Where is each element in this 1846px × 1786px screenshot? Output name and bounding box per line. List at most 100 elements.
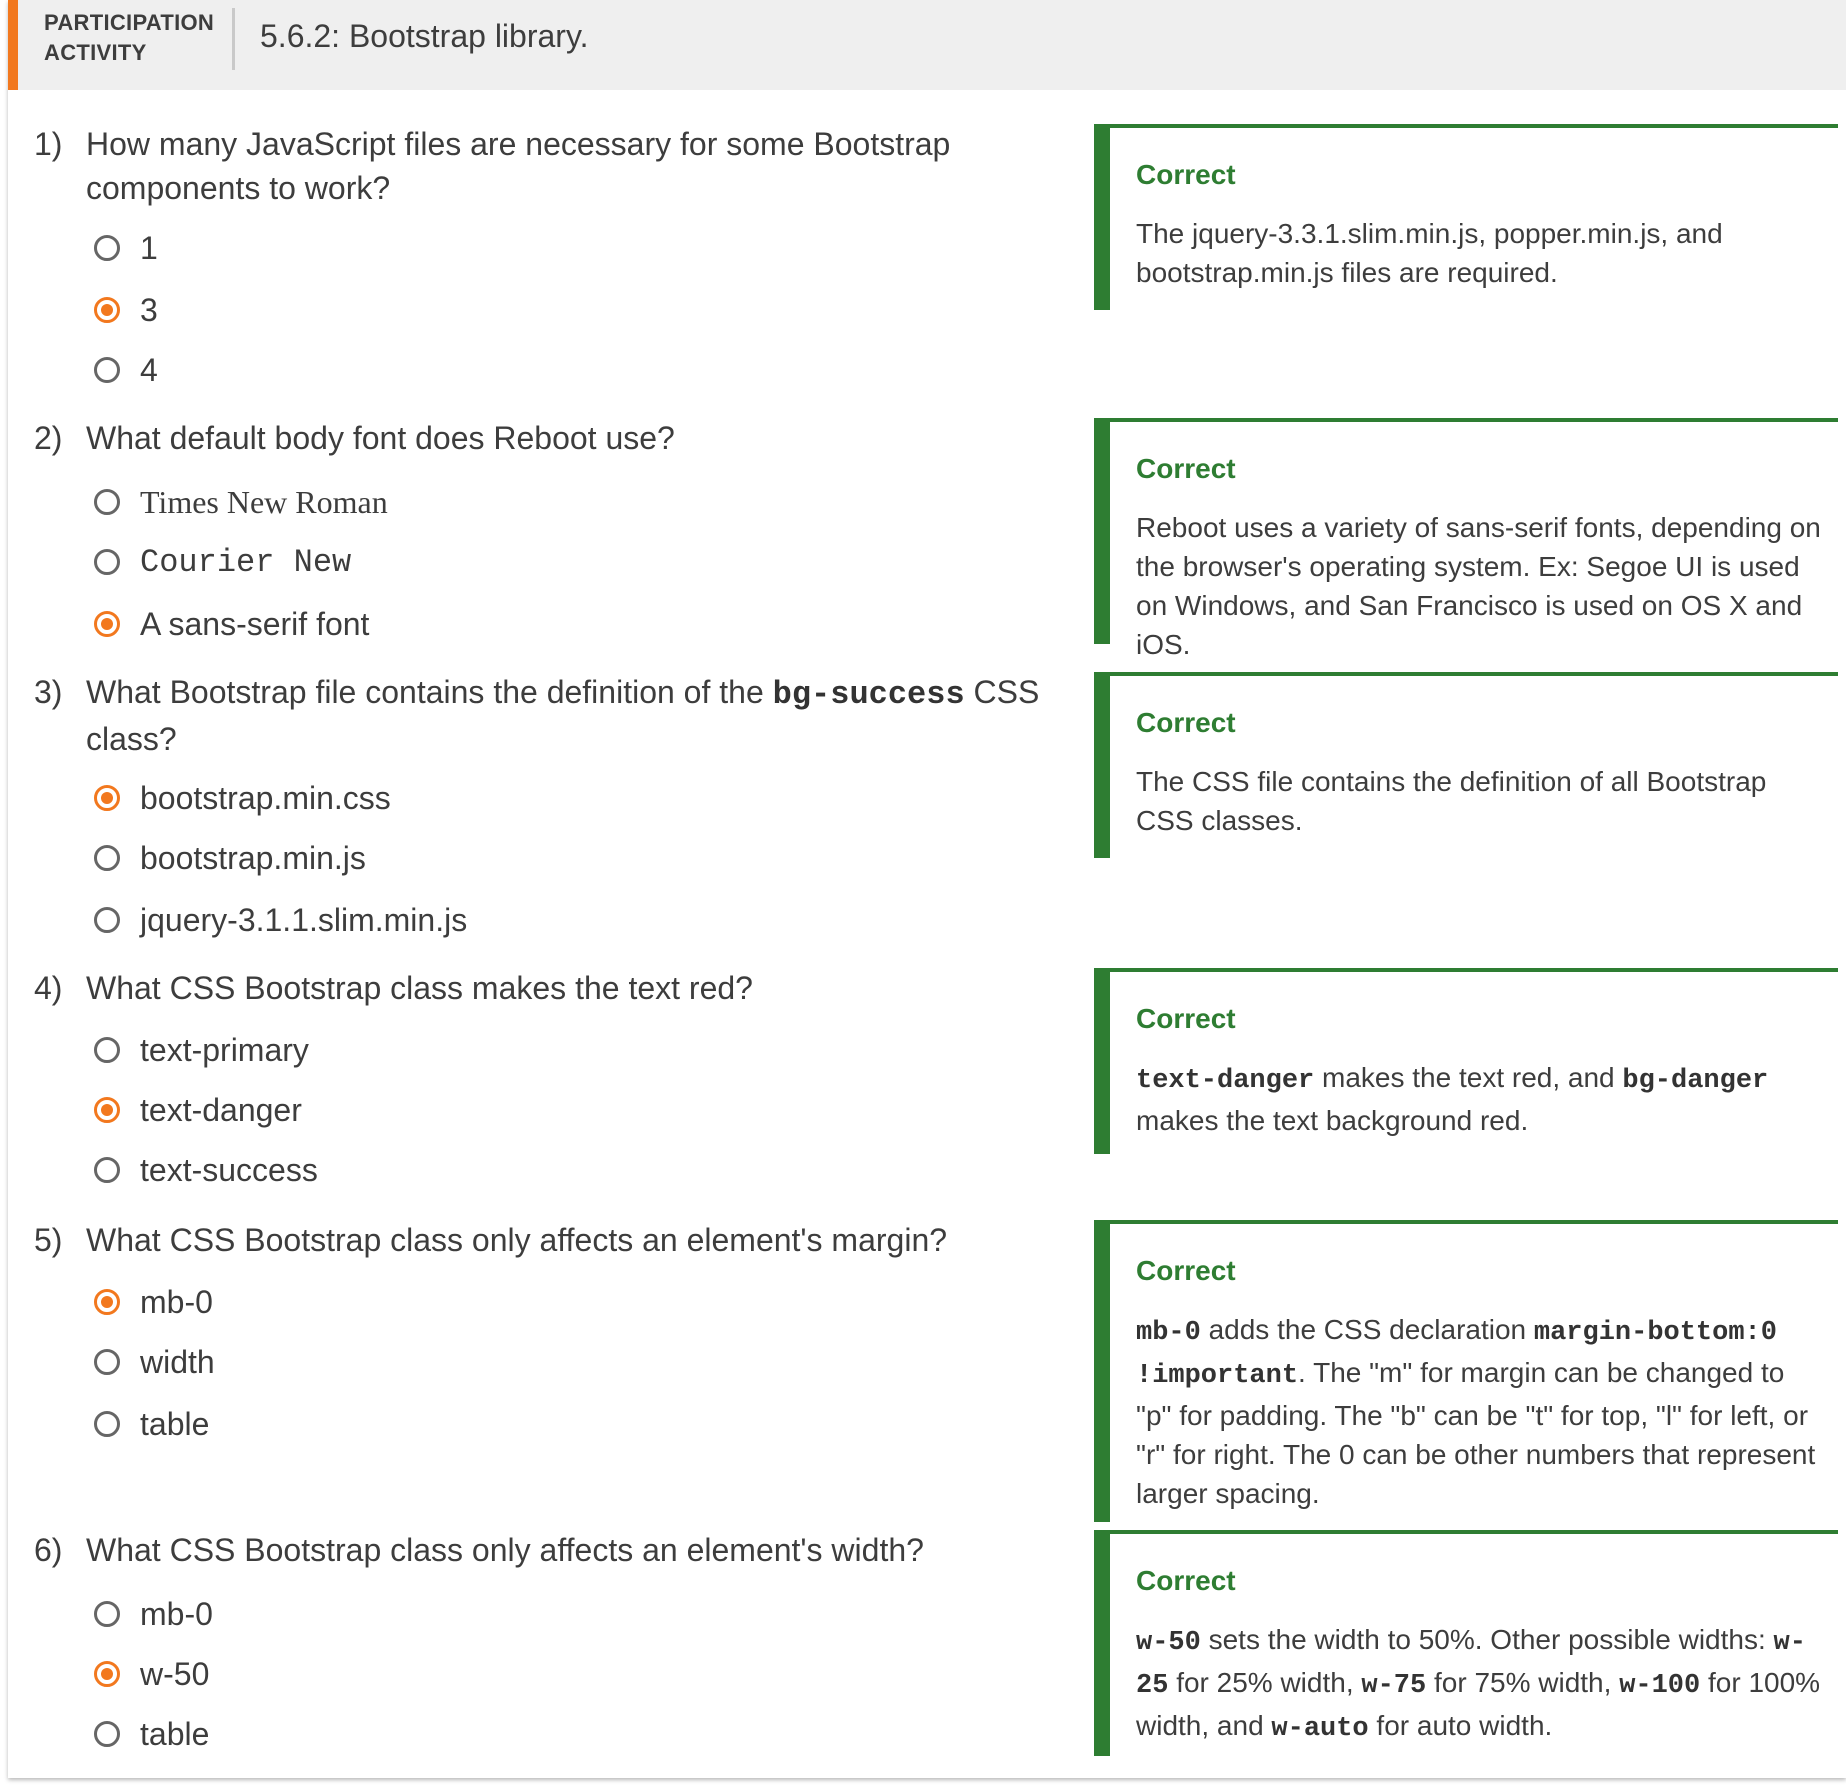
question-text: What Bootstrap file contains the definit… bbox=[86, 670, 1066, 761]
option-table[interactable]: table bbox=[94, 1708, 209, 1760]
option-label: mb-0 bbox=[140, 1283, 213, 1320]
option-jquery-slim[interactable]: jquery-3.1.1.slim.min.js bbox=[94, 894, 467, 946]
option-w-50[interactable]: w-50 bbox=[94, 1648, 209, 1700]
question-number: 1) bbox=[34, 126, 63, 162]
option-label: Courier New bbox=[140, 543, 352, 581]
radio-button[interactable] bbox=[94, 1411, 120, 1437]
feedback-status: Correct bbox=[1136, 1565, 1236, 1596]
activity-type-line1: PARTICIPATION bbox=[44, 10, 215, 35]
option-width[interactable]: width bbox=[94, 1336, 215, 1388]
option-label: text-success bbox=[140, 1151, 318, 1188]
feedback-text: Reboot uses a variety of sans-serif font… bbox=[1136, 512, 1821, 660]
option-times-new-roman[interactable]: Times New Roman bbox=[94, 476, 388, 528]
feedback-code: w-50 bbox=[1136, 1628, 1201, 1658]
option-mb-0[interactable]: mb-0 bbox=[94, 1588, 213, 1640]
radio-button[interactable] bbox=[94, 845, 120, 871]
option-label: bootstrap.min.css bbox=[140, 779, 391, 816]
feedback-code: text-danger bbox=[1136, 1066, 1315, 1096]
feedback-text-part: makes the text red, and bbox=[1322, 1062, 1615, 1093]
radio-button[interactable] bbox=[94, 1349, 120, 1375]
option-label: jquery-3.1.1.slim.min.js bbox=[140, 901, 468, 938]
option-3[interactable]: 3 bbox=[94, 284, 158, 336]
radio-button-selected[interactable] bbox=[94, 1097, 120, 1123]
radio-button-selected[interactable] bbox=[94, 1661, 120, 1687]
question-text: What CSS Bootstrap class only affects an… bbox=[86, 1222, 948, 1258]
option-label: Times New Roman bbox=[140, 483, 388, 520]
feedback-text-part: for 75% width, bbox=[1433, 1667, 1612, 1698]
radio-button[interactable] bbox=[94, 907, 120, 933]
question-code: bg-success bbox=[772, 676, 965, 713]
option-text-danger[interactable]: text-danger bbox=[94, 1084, 302, 1136]
feedback-box: Correct The jquery-3.3.1.slim.min.js, po… bbox=[1094, 124, 1838, 310]
question-text-part: What Bootstrap file contains the definit… bbox=[86, 674, 764, 710]
option-sans-serif[interactable]: A sans-serif font bbox=[94, 598, 369, 650]
radio-button-selected[interactable] bbox=[94, 1289, 120, 1315]
option-label: w-50 bbox=[140, 1655, 210, 1692]
question-number: 3) bbox=[34, 674, 63, 710]
option-label: 4 bbox=[140, 351, 158, 388]
radio-button[interactable] bbox=[94, 549, 120, 575]
feedback-text-part: adds the CSS declaration bbox=[1208, 1314, 1527, 1345]
feedback-box: Correct The CSS file contains the defini… bbox=[1094, 672, 1838, 858]
feedback-box: Correct mb-0 adds the CSS declaration ma… bbox=[1094, 1220, 1838, 1522]
header-divider bbox=[232, 8, 235, 70]
option-1[interactable]: 1 bbox=[94, 222, 158, 274]
feedback-status: Correct bbox=[1136, 707, 1236, 738]
radio-button[interactable] bbox=[94, 357, 120, 383]
feedback-box: Correct w-50 sets the width to 50%. Othe… bbox=[1094, 1530, 1838, 1756]
option-courier-new[interactable]: Courier New bbox=[94, 536, 351, 588]
option-label: width bbox=[140, 1343, 215, 1380]
feedback-text-part: makes the text background red. bbox=[1136, 1105, 1529, 1136]
option-label: text-danger bbox=[140, 1091, 302, 1128]
question-text: What CSS Bootstrap class only affects an… bbox=[86, 1532, 924, 1568]
feedback-status: Correct bbox=[1136, 453, 1236, 484]
question-number: 4) bbox=[34, 970, 63, 1006]
option-label: table bbox=[140, 1405, 210, 1442]
feedback-code: mb-0 bbox=[1136, 1318, 1201, 1348]
radio-button[interactable] bbox=[94, 1157, 120, 1183]
participation-activity-card: PARTICIPATION ACTIVITY 5.6.2: Bootstrap … bbox=[8, 0, 1846, 1778]
radio-button[interactable] bbox=[94, 1601, 120, 1627]
activity-header: PARTICIPATION ACTIVITY 5.6.2: Bootstrap … bbox=[8, 0, 1846, 90]
feedback-code: w-100 bbox=[1619, 1671, 1701, 1701]
radio-button-selected[interactable] bbox=[94, 785, 120, 811]
feedback-status: Correct bbox=[1136, 1003, 1236, 1034]
option-table[interactable]: table bbox=[94, 1398, 209, 1450]
feedback-code: w-auto bbox=[1271, 1714, 1369, 1744]
option-bootstrap-min-js[interactable]: bootstrap.min.js bbox=[94, 832, 366, 884]
radio-button[interactable] bbox=[94, 489, 120, 515]
activity-type-label: PARTICIPATION ACTIVITY bbox=[44, 8, 224, 68]
feedback-status: Correct bbox=[1136, 1255, 1236, 1286]
feedback-text-part: sets the width to 50%. Other possible wi… bbox=[1208, 1624, 1766, 1655]
radio-button-selected[interactable] bbox=[94, 611, 120, 637]
activity-type-line2: ACTIVITY bbox=[44, 40, 147, 65]
activity-title: 5.6.2: Bootstrap library. bbox=[260, 18, 589, 54]
feedback-text-part: for auto width. bbox=[1376, 1710, 1553, 1741]
feedback-text: The jquery-3.3.1.slim.min.js, popper.min… bbox=[1136, 218, 1723, 288]
option-label: text-primary bbox=[140, 1031, 309, 1068]
option-label: 3 bbox=[140, 291, 158, 328]
radio-button[interactable] bbox=[94, 235, 120, 261]
radio-button-selected[interactable] bbox=[94, 297, 120, 323]
question-text: What CSS Bootstrap class makes the text … bbox=[86, 970, 753, 1006]
option-bootstrap-min-css[interactable]: bootstrap.min.css bbox=[94, 772, 391, 824]
option-label: 1 bbox=[140, 229, 158, 266]
feedback-status: Correct bbox=[1136, 159, 1236, 190]
option-label: bootstrap.min.js bbox=[140, 839, 366, 876]
radio-button[interactable] bbox=[94, 1721, 120, 1747]
feedback-text-part: for 25% width, bbox=[1176, 1667, 1354, 1698]
option-label: mb-0 bbox=[140, 1595, 213, 1632]
feedback-text: mb-0 adds the CSS declaration margin-bot… bbox=[1136, 1310, 1824, 1513]
feedback-text: The CSS file contains the definition of … bbox=[1136, 766, 1767, 836]
option-text-success[interactable]: text-success bbox=[94, 1144, 318, 1196]
radio-button[interactable] bbox=[94, 1037, 120, 1063]
feedback-box: Correct Reboot uses a variety of sans-se… bbox=[1094, 418, 1838, 660]
feedback-text: w-50 sets the width to 50%. Other possib… bbox=[1136, 1620, 1824, 1749]
question-text: How many JavaScript files are necessary … bbox=[86, 126, 951, 206]
option-mb-0[interactable]: mb-0 bbox=[94, 1276, 213, 1328]
option-label: table bbox=[140, 1715, 210, 1752]
option-text-primary[interactable]: text-primary bbox=[94, 1024, 309, 1076]
question-number: 5) bbox=[34, 1222, 63, 1258]
feedback-code: bg-danger bbox=[1622, 1066, 1769, 1096]
option-4[interactable]: 4 bbox=[94, 344, 158, 396]
